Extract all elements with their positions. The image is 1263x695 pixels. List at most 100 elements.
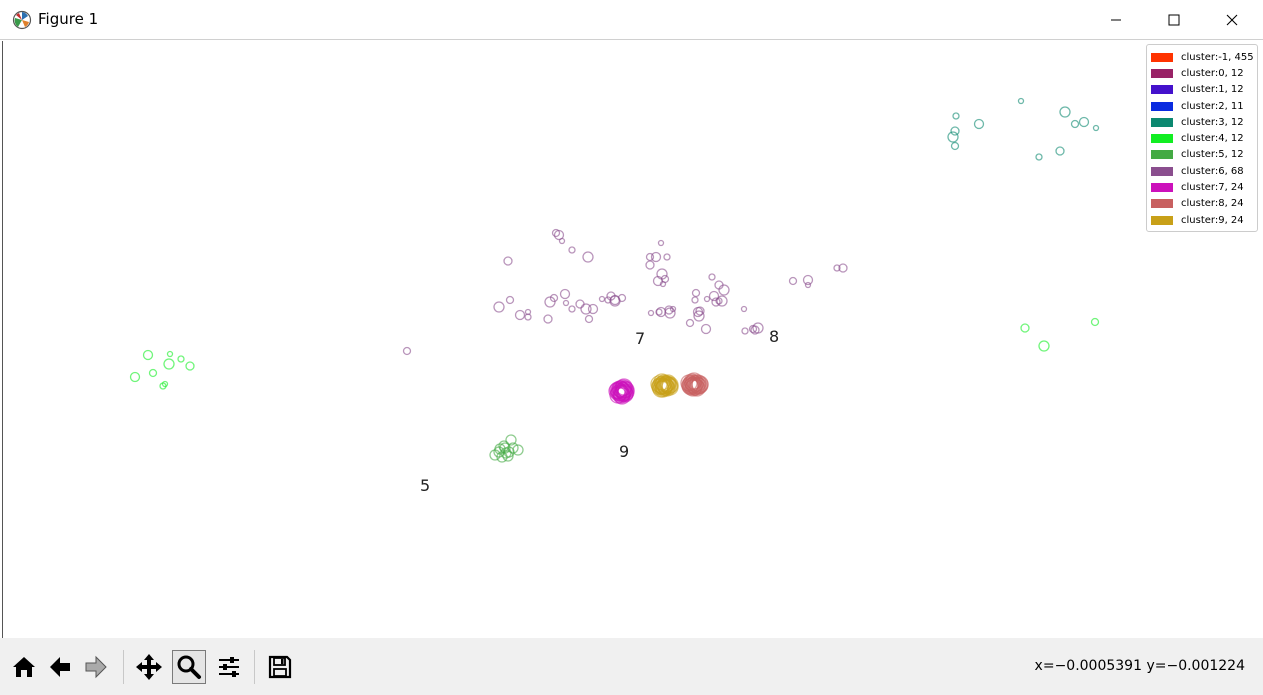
scatter-point <box>1035 153 1043 161</box>
legend-item: cluster:7, 24 <box>1151 179 1253 195</box>
scatter-point <box>1020 323 1030 333</box>
legend-item: cluster:8, 24 <box>1151 196 1253 212</box>
scatter-point <box>514 309 526 321</box>
maximize-button[interactable] <box>1145 0 1203 40</box>
scatter-point <box>1070 119 1080 129</box>
home-icon <box>13 657 35 677</box>
close-button[interactable] <box>1203 0 1261 40</box>
scatter-point <box>645 260 655 270</box>
legend-label: cluster:5, 12 <box>1181 149 1244 161</box>
pan-button[interactable] <box>132 650 166 684</box>
save-icon <box>268 655 292 679</box>
home-button[interactable] <box>7 650 41 684</box>
scatter-point <box>655 306 667 318</box>
scatter-point <box>741 327 749 335</box>
cluster-label-7: 7 <box>635 329 646 348</box>
scatter-point <box>950 126 960 136</box>
scatter-point <box>543 314 553 324</box>
legend-label: cluster:9, 24 <box>1181 214 1244 226</box>
close-icon <box>1226 14 1238 26</box>
legend-item: cluster:9, 24 <box>1151 212 1253 228</box>
legend-swatch <box>1151 68 1173 78</box>
navigation-toolbar: x=−0.0005391 y=−0.001224 <box>0 638 1263 695</box>
scatter-point <box>647 309 655 317</box>
window-title: Figure 1 <box>38 10 99 28</box>
legend-item: cluster:3, 12 <box>1151 114 1253 130</box>
scatter-point <box>1055 146 1065 156</box>
scatter-point <box>584 314 594 324</box>
zoom-button[interactable] <box>172 650 206 684</box>
legend-label: cluster:4, 12 <box>1181 133 1244 145</box>
scatter-point <box>947 131 959 143</box>
configure-icon <box>219 657 239 677</box>
forward-button[interactable] <box>79 650 113 684</box>
legend-label: cluster:3, 12 <box>1181 116 1244 128</box>
scatter-point <box>575 299 585 309</box>
back-button[interactable] <box>43 650 77 684</box>
title-bar: Figure 1 <box>0 0 1263 40</box>
scatter-point <box>1078 116 1090 128</box>
plot-canvas[interactable]: 7 8 9 5 cluster:-1, 455 cluster:0, 12 cl… <box>2 41 1263 638</box>
legend-swatch <box>1151 150 1173 160</box>
cursor-coordinates: x=−0.0005391 y=−0.001224 <box>1034 658 1245 674</box>
scatter-point <box>185 361 195 371</box>
scatter-point <box>503 256 513 266</box>
scatter-point <box>129 371 141 383</box>
scatter-point <box>657 239 665 247</box>
legend-label: cluster:0, 12 <box>1181 67 1244 79</box>
scatter-point <box>558 237 566 245</box>
legend-label: cluster:1, 12 <box>1181 84 1244 96</box>
scatter-point <box>166 350 174 358</box>
scatter-point <box>1090 317 1100 327</box>
scatter-point <box>1092 124 1100 132</box>
scatter-point <box>562 299 570 307</box>
minimize-icon <box>1111 19 1121 21</box>
legend-item: cluster:1, 12 <box>1151 82 1253 98</box>
scatter-point <box>582 251 594 263</box>
legend-label: cluster:2, 11 <box>1181 100 1244 112</box>
scatter-point <box>663 253 671 261</box>
legend-swatch <box>1151 166 1173 176</box>
scatter-point <box>788 276 798 286</box>
legend-item: cluster:-1, 455 <box>1151 49 1254 65</box>
scatter-point <box>685 318 695 328</box>
minimize-button[interactable] <box>1087 0 1145 40</box>
legend-item: cluster:6, 68 <box>1151 163 1253 179</box>
scatter-point <box>549 293 559 303</box>
matplotlib-icon <box>12 10 32 30</box>
scatter-point <box>703 295 711 303</box>
scatter-point <box>740 305 748 313</box>
scatter-point <box>505 295 515 305</box>
legend-swatch <box>1151 52 1173 62</box>
back-icon <box>50 657 70 677</box>
toolbar-separator <box>254 650 255 684</box>
scatter-point <box>177 355 185 363</box>
scatter-point <box>568 305 576 313</box>
legend-label: cluster:8, 24 <box>1181 198 1244 210</box>
scatter-point <box>952 112 960 120</box>
legend-swatch <box>1151 183 1173 193</box>
save-button[interactable] <box>263 650 297 684</box>
scatter-point <box>691 296 699 304</box>
configure-button[interactable] <box>212 650 246 684</box>
scatter-point <box>142 349 154 361</box>
scatter-point <box>1059 106 1071 118</box>
scatter-point <box>493 301 505 313</box>
scatter-point <box>1038 340 1050 352</box>
toolbar-separator <box>123 650 124 684</box>
scatter-point <box>700 323 712 335</box>
legend-item: cluster:4, 12 <box>1151 130 1253 146</box>
scatter-point <box>1017 97 1025 105</box>
legend-label: cluster:-1, 455 <box>1181 51 1254 63</box>
pan-icon <box>136 654 162 680</box>
cluster-label-8: 8 <box>769 327 780 346</box>
maximize-icon <box>1168 14 1180 26</box>
scatter-point <box>708 273 716 281</box>
legend-item: cluster:0, 12 <box>1151 65 1253 81</box>
cluster-label-5: 5 <box>420 476 431 495</box>
scatter-point <box>568 246 576 254</box>
scatter-point <box>559 288 571 300</box>
scatter-point <box>598 295 606 303</box>
legend-swatch <box>1151 85 1173 95</box>
scatter-plot <box>129 97 1100 463</box>
